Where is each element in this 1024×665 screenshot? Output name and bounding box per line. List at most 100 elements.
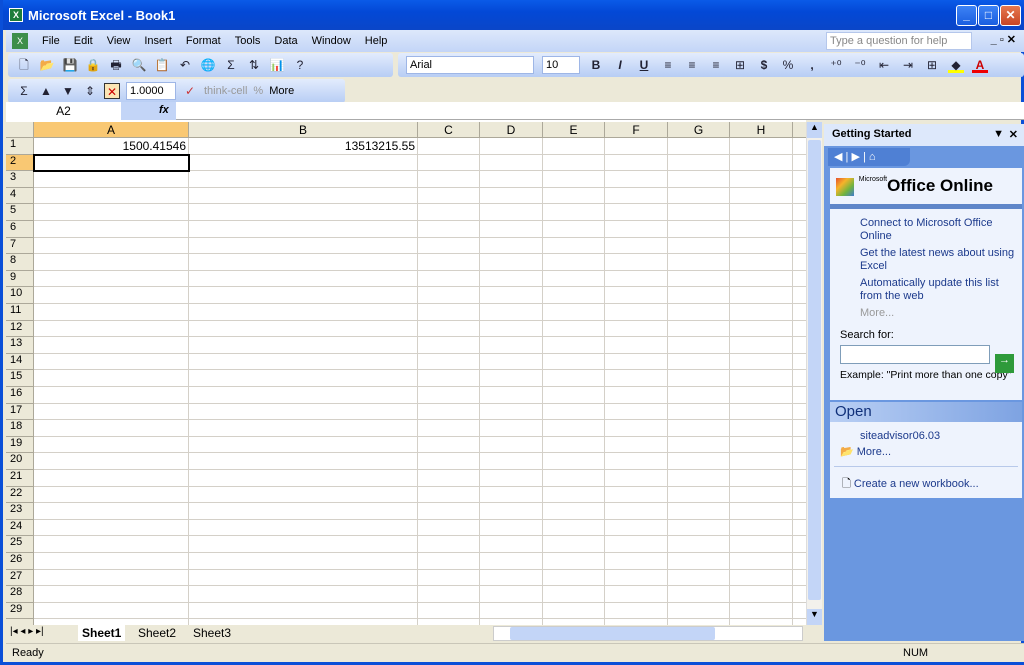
tab-sheet2[interactable]: Sheet2 <box>134 626 180 640</box>
formula-input[interactable] <box>176 102 1024 120</box>
row-header-16[interactable]: 16 <box>6 387 34 404</box>
column-header-a[interactable]: A <box>34 122 189 138</box>
tab-sheet3[interactable]: Sheet3 <box>189 626 235 640</box>
back-icon[interactable]: ◀ <box>834 151 842 163</box>
excel-doc-icon[interactable]: X <box>12 33 28 49</box>
row-header-1[interactable]: 1 <box>6 138 34 155</box>
row-header-24[interactable]: 24 <box>6 519 34 537</box>
menu-file[interactable]: File <box>42 35 60 47</box>
search-input[interactable] <box>840 345 990 364</box>
scroll-up-button[interactable]: ▲ <box>807 122 822 138</box>
open-more-link[interactable]: More... <box>857 446 891 458</box>
menu-tools[interactable]: Tools <box>235 35 261 47</box>
select-all-corner[interactable] <box>6 122 34 138</box>
font-color-icon[interactable]: A <box>972 57 988 73</box>
vertical-scrollbar[interactable]: ▲ ▼ <box>806 122 822 625</box>
tab-nav-buttons[interactable]: |◂ ◂ ▸ ▸| <box>10 626 44 637</box>
autosum-icon[interactable]: Σ <box>223 57 239 73</box>
home-icon[interactable]: ⌂ <box>869 151 876 163</box>
search-go-button[interactable]: → <box>995 354 1014 373</box>
fill-color-icon[interactable]: ◆ <box>948 57 964 73</box>
cell-a1[interactable]: 1500.41546 <box>34 138 189 155</box>
move-up-icon[interactable]: ▲ <box>38 83 54 99</box>
help-icon[interactable]: ? <box>292 57 308 73</box>
row-header-4[interactable]: 4 <box>6 187 34 205</box>
merge-center-icon[interactable]: ⊞ <box>732 57 748 73</box>
column-header-e[interactable]: E <box>543 122 605 138</box>
column-header-d[interactable]: D <box>480 122 543 138</box>
menu-help[interactable]: Help <box>365 35 388 47</box>
cell-b1[interactable]: 13513215.55 <box>189 138 418 155</box>
font-size-select[interactable]: 10 <box>542 56 580 74</box>
align-center-icon[interactable]: ≡ <box>684 57 700 73</box>
column-header-g[interactable]: G <box>668 122 730 138</box>
column-header-c[interactable]: C <box>418 122 480 138</box>
menu-format[interactable]: Format <box>186 35 221 47</box>
row-header-22[interactable]: 22 <box>6 486 34 504</box>
task-pane-close-icon[interactable]: ✕ <box>1009 128 1018 141</box>
column-header-b[interactable]: B <box>189 122 418 138</box>
increase-indent-icon[interactable]: ⇥ <box>900 57 916 73</box>
row-header-3[interactable]: 3 <box>6 171 34 188</box>
row-header-25[interactable]: 25 <box>6 536 34 553</box>
link-latest-news[interactable]: Get the latest news about using Excel <box>860 247 1014 272</box>
research-icon[interactable]: 🔍 <box>131 57 147 73</box>
maximize-button[interactable]: □ <box>978 5 999 26</box>
paste-icon[interactable]: 📋 <box>154 57 170 73</box>
hyperlink-icon[interactable]: 🌐 <box>200 57 216 73</box>
row-header-11[interactable]: 11 <box>6 304 34 321</box>
create-new-workbook-link[interactable]: Create a new workbook... <box>854 478 979 490</box>
row-header-10[interactable]: 10 <box>6 287 34 304</box>
column-header-f[interactable]: F <box>605 122 668 138</box>
menu-edit[interactable]: Edit <box>74 35 93 47</box>
name-box[interactable]: A2 <box>6 102 121 120</box>
row-header-5[interactable]: 5 <box>6 204 34 221</box>
currency-button[interactable]: $ <box>756 57 772 73</box>
align-right-icon[interactable]: ≡ <box>708 57 724 73</box>
underline-button[interactable]: U <box>636 57 652 73</box>
row-header-19[interactable]: 19 <box>6 436 34 454</box>
thinkcell-check-icon[interactable]: ✓ <box>182 83 198 99</box>
menu-insert[interactable]: Insert <box>144 35 172 47</box>
spreadsheet-grid[interactable]: A B C D E F G H 1 2 3 4 5 6 7 8 9 10 11 12 13 14 15 16 17 18 19 20 2… <box>6 120 806 625</box>
close-button[interactable]: ✕ <box>1000 5 1021 26</box>
font-name-select[interactable]: Arial <box>406 56 534 74</box>
italic-button[interactable]: I <box>612 57 628 73</box>
horizontal-scrollbar[interactable] <box>493 626 803 641</box>
scroll-thumb[interactable] <box>808 140 821 600</box>
menu-window[interactable]: Window <box>312 35 351 47</box>
row-header-26[interactable]: 26 <box>6 553 34 570</box>
tab-sheet1[interactable]: Sheet1 <box>78 625 126 641</box>
link-auto-update[interactable]: Automatically update this list from the … <box>860 277 999 302</box>
row-header-18[interactable]: 18 <box>6 420 34 437</box>
help-search-input[interactable]: Type a question for help <box>826 32 972 50</box>
thinkcell-menu[interactable]: think-cell <box>204 85 247 97</box>
row-header-20[interactable]: 20 <box>6 453 34 470</box>
row-header-12[interactable]: 12 <box>6 320 34 338</box>
task-pane-menu-icon[interactable]: ▼ <box>993 128 1004 140</box>
decimal-value-select[interactable]: 1.0000 <box>126 82 176 100</box>
comma-button[interactable]: , <box>804 57 820 73</box>
minimize-button[interactable]: _ <box>956 5 977 26</box>
row-header-8[interactable]: 8 <box>6 254 34 271</box>
horizontal-scroll-thumb[interactable] <box>510 627 715 640</box>
scroll-down-button[interactable]: ▼ <box>807 609 822 625</box>
save-icon[interactable]: 💾 <box>62 57 78 73</box>
row-header-14[interactable]: 14 <box>6 353 34 371</box>
decrease-indent-icon[interactable]: ⇤ <box>876 57 892 73</box>
permission-icon[interactable]: 🔒 <box>85 57 101 73</box>
forward-icon[interactable]: ▶ <box>851 151 859 163</box>
borders-icon[interactable]: ⊞ <box>924 57 940 73</box>
row-header-2[interactable]: 2 <box>6 154 34 172</box>
delete-icon[interactable]: ✕ <box>104 83 120 99</box>
doc-window-controls[interactable]: _ ▫ ✕ <box>991 33 1016 46</box>
link-connect-office-online[interactable]: Connect to Microsoft Office Online <box>860 217 992 242</box>
print-icon[interactable]: 🖶 <box>108 57 124 73</box>
percent-button[interactable]: % <box>780 57 796 73</box>
row-header-28[interactable]: 28 <box>6 586 34 603</box>
align-left-icon[interactable]: ≡ <box>660 57 676 73</box>
move-down-icon[interactable]: ▼ <box>60 83 76 99</box>
row-header-27[interactable]: 27 <box>6 569 34 587</box>
row-header-21[interactable]: 21 <box>6 470 34 487</box>
row-header-9[interactable]: 9 <box>6 270 34 288</box>
